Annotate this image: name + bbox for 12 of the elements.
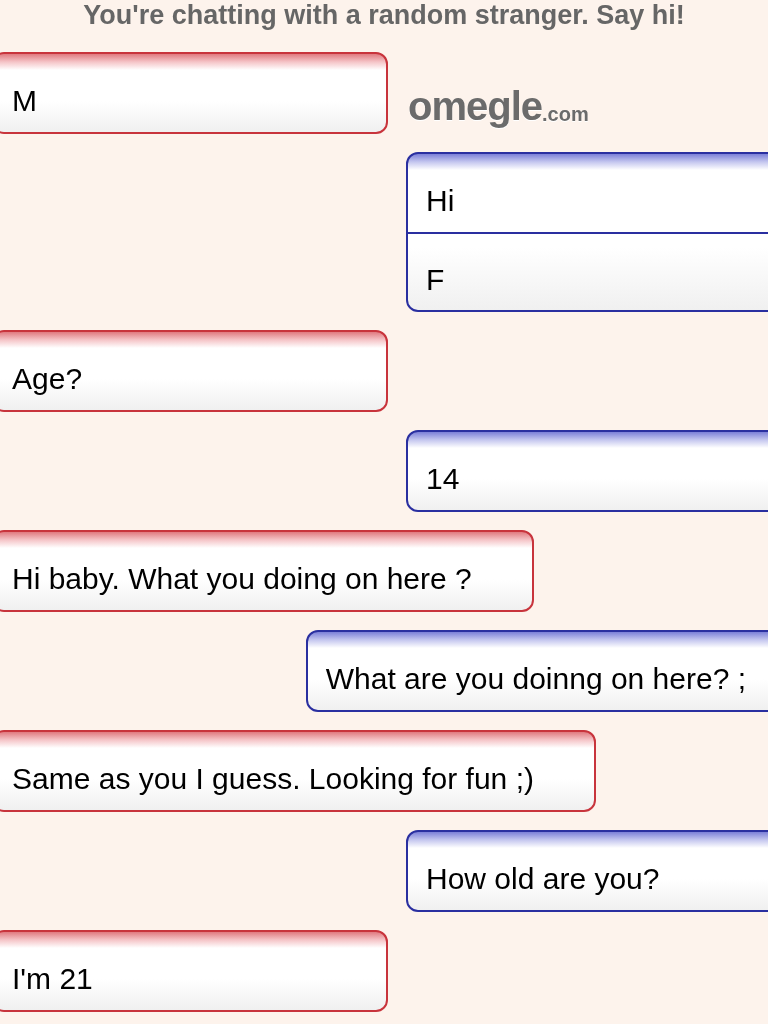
message-text: 14 — [426, 460, 460, 497]
message-text: Age? — [12, 360, 83, 397]
message-text: I'm 21 — [12, 960, 93, 997]
message-text: What are you doinng on here? ; — [325, 660, 746, 697]
message-text: Hi — [426, 182, 455, 219]
chat-status-text: You're chatting with a random stranger. Say hi! — [82, 0, 686, 30]
message-text: M — [12, 82, 37, 119]
message-text: F — [426, 261, 445, 298]
message-text: Hi baby. What you doing on here ? — [12, 560, 472, 597]
message-text: How old are you? — [426, 860, 660, 897]
message-text: Same as you I guess. Looking for fun ;) — [12, 760, 534, 797]
omegle-logo: omegle.com — [408, 86, 589, 126]
